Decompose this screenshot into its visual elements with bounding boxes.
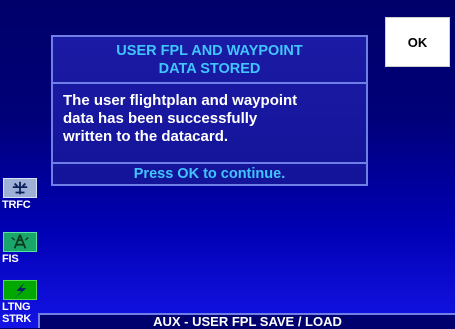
dialog-message-line-1: The user flightplan and waypoint (63, 92, 298, 109)
status-dialog: USER FPL AND WAYPOINT DATA STORED The us… (51, 35, 368, 186)
ok-button[interactable]: OK (385, 17, 450, 67)
fis-softkey[interactable]: FIS (2, 232, 42, 265)
fis-weather-icon (3, 232, 37, 252)
trfc-label: TRFC (2, 199, 31, 211)
lightning-icon (3, 280, 37, 300)
page-title: AUX - USER FPL SAVE / LOAD (153, 314, 342, 329)
lightning-strike-softkey[interactable]: LTNG STRK (2, 280, 42, 325)
page-title-bar: AUX - USER FPL SAVE / LOAD (38, 313, 455, 329)
dialog-message: The user flightplan and waypoint data ha… (53, 84, 366, 162)
dialog-title-line-2: DATA STORED (158, 60, 261, 77)
fis-label: FIS (2, 253, 19, 265)
mfd-screen: USER FPL AND WAYPOINT DATA STORED The us… (0, 0, 455, 329)
dialog-title-line-1: USER FPL AND WAYPOINT (116, 42, 303, 59)
dialog-message-line-2: data has been successfully (63, 110, 258, 127)
dialog-title: USER FPL AND WAYPOINT DATA STORED (53, 37, 366, 84)
dialog-message-line-3: written to the datacard. (63, 128, 229, 145)
traffic-icon (3, 178, 37, 198)
trfc-softkey[interactable]: TRFC (2, 178, 42, 211)
dialog-instruction: Press OK to continue. (53, 162, 366, 184)
ltng-strk-label-line-1: LTNG (2, 301, 31, 313)
ltng-strk-label-line-2: STRK (2, 313, 32, 325)
